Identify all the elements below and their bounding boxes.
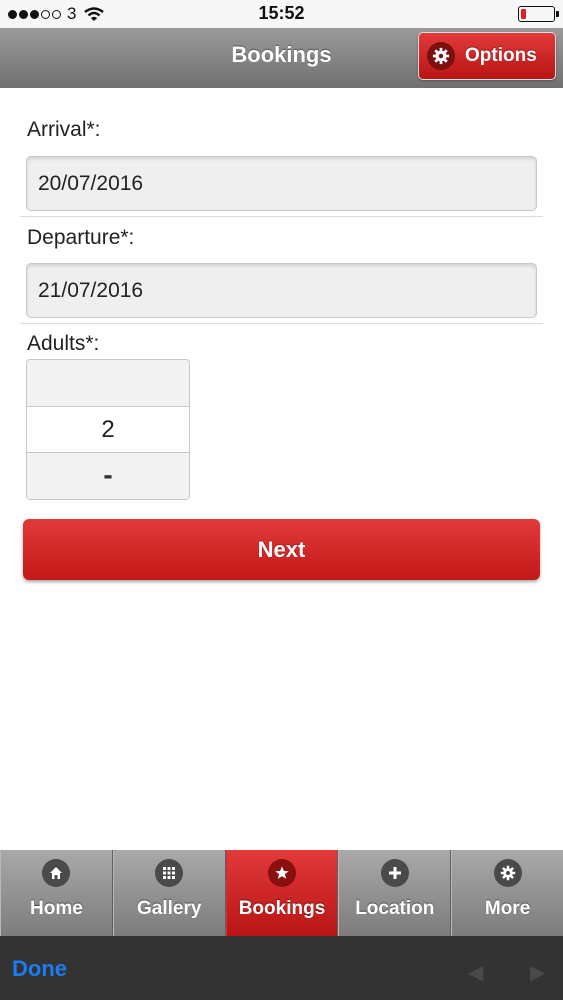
tab-label: Home — [30, 898, 83, 919]
done-button[interactable]: Done — [12, 956, 67, 982]
tab-bar: Home Gallery Bookings Location More — [0, 850, 563, 936]
star-icon — [267, 859, 296, 887]
arrival-label: Arrival*: — [27, 118, 101, 141]
arrival-date-input[interactable] — [26, 156, 537, 211]
adults-label: Adults*: — [27, 332, 100, 355]
previous-field-icon[interactable]: ◀ — [468, 960, 483, 985]
tab-bookings[interactable]: Bookings — [225, 850, 339, 936]
divider — [20, 323, 543, 324]
gear-icon — [427, 42, 455, 70]
header-bar: Bookings Options — [0, 28, 563, 88]
tab-label: Bookings — [238, 898, 326, 919]
adults-stepper: 2 - — [26, 359, 190, 500]
status-time: 15:52 — [258, 3, 305, 23]
options-label: Options — [465, 45, 537, 66]
keyboard-accessory-bar: Done ◀ ▶ — [0, 936, 563, 1000]
tab-location[interactable]: Location — [338, 850, 452, 936]
next-field-icon[interactable]: ▶ — [530, 960, 545, 985]
gear-icon — [493, 859, 522, 887]
tab-label: Gallery — [136, 898, 202, 919]
next-button[interactable]: Next — [23, 519, 540, 580]
departure-date-input[interactable] — [26, 263, 537, 318]
tab-label: Location — [355, 898, 435, 919]
home-icon — [42, 859, 71, 887]
options-button[interactable]: Options — [418, 32, 556, 80]
departure-label: Departure*: — [27, 226, 135, 249]
adults-decrement-button[interactable]: - — [27, 453, 189, 499]
battery-level — [521, 9, 526, 19]
status-bar: 3 15:52 — [0, 0, 563, 28]
battery-icon — [518, 6, 559, 22]
tab-label: More — [484, 898, 531, 919]
adults-increment-button[interactable] — [27, 360, 189, 406]
plus-icon — [380, 859, 409, 887]
grid-icon — [155, 859, 184, 887]
tab-home[interactable]: Home — [0, 850, 113, 936]
divider — [20, 216, 543, 217]
adults-value[interactable]: 2 — [27, 406, 189, 453]
tab-gallery[interactable]: Gallery — [112, 850, 226, 936]
tab-more[interactable]: More — [451, 850, 563, 936]
